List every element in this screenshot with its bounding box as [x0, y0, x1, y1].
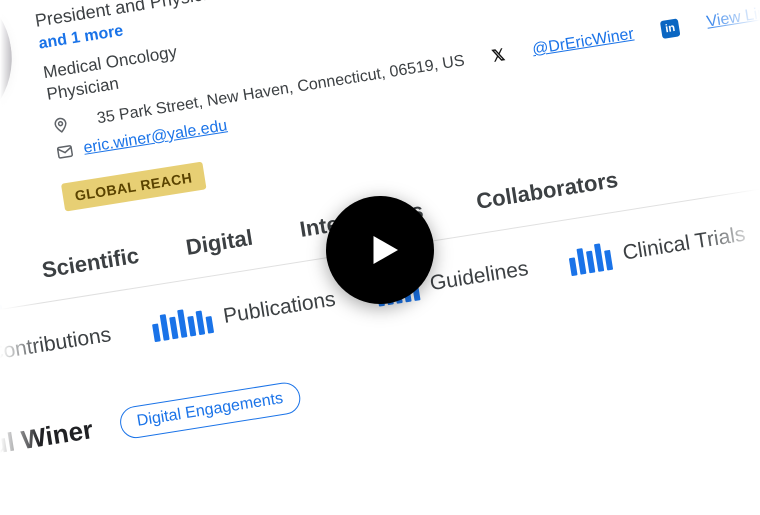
section-contributions-label: Contributions — [0, 323, 113, 366]
tab-digital[interactable]: Digital — [181, 215, 260, 279]
section-guidelines-label: Guidelines — [428, 257, 530, 296]
bar-chart-icon — [567, 242, 613, 276]
linkedin-link[interactable]: View LinkedIn profile — [705, 0, 760, 32]
x-twitter-icon: 𝕏 — [491, 45, 507, 67]
section-publications-label: Publications — [222, 288, 338, 329]
play-button[interactable] — [326, 196, 434, 304]
bar-chart-icon — [150, 305, 214, 342]
linkedin-icon: in — [660, 18, 681, 39]
global-reach-badge: GLOBAL REACH — [61, 162, 206, 212]
section-publications[interactable]: Publications — [150, 286, 337, 343]
play-icon — [363, 229, 405, 271]
avatar — [0, 0, 23, 150]
section-contributions[interactable]: Contributions — [0, 321, 113, 379]
section-clinical-trials-label: Clinical Trials — [621, 223, 747, 266]
mail-icon — [55, 142, 76, 163]
location-pin-icon — [50, 115, 71, 136]
section-clinical-trials[interactable]: Clinical Trials — [567, 221, 747, 276]
